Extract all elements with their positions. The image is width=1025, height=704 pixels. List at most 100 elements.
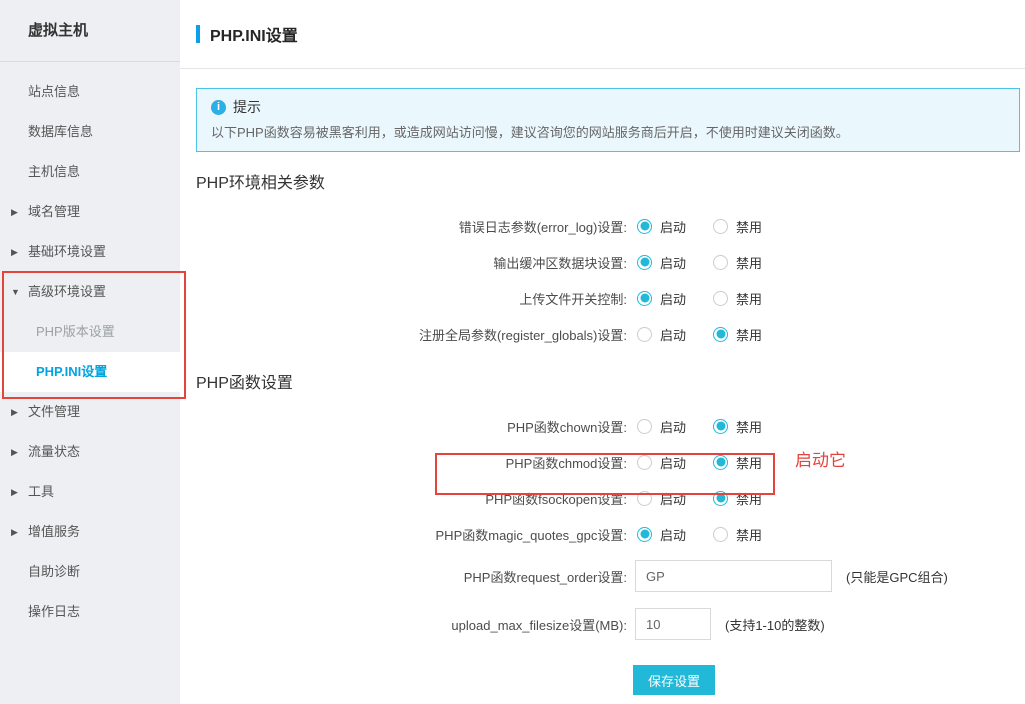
chevron-right-icon: ▶ [11,512,18,552]
alert-body: 以下PHP函数容易被黑客利用，或造成网站访问慢，建议咨询您的网站服务商后开启，不… [211,122,1005,141]
request-order-note: (只能是GPC组合) [846,567,948,586]
upload-max-filesize-input[interactable] [635,608,711,640]
radio-register-globals-enable[interactable] [637,327,652,342]
form-row-error-log: 错误日志参数(error_log)设置:启动禁用 [196,208,1020,244]
tip-alert: i 提示 以下PHP函数容易被黑客利用，或造成网站访问慢，建议咨询您的网站服务商… [196,88,1020,152]
radio-chmod-enable[interactable] [637,455,652,470]
sidebar-title: 虚拟主机 [0,0,180,62]
radio-label-disable: 禁用 [736,217,762,236]
radio-label-disable: 禁用 [736,289,762,308]
radio-label-enable: 启动 [660,417,686,436]
field-label-register-globals: 注册全局参数(register_globals)设置: [196,325,627,344]
radio-magic-quotes-gpc-disable[interactable] [713,527,728,542]
sidebar-item-php-ini-settings[interactable]: PHP.INI设置 [0,352,180,392]
field-label-output-buffering: 输出缓冲区数据块设置: [196,253,627,272]
form-row-register-globals: 注册全局参数(register_globals)设置: 启动禁用 [196,316,1020,352]
sidebar-item-site-info[interactable]: 站点信息 [0,72,180,112]
radio-group-register-globals: 启动禁用 [637,325,789,344]
sidebar-item-label: 流量状态 [28,444,80,459]
sidebar-item-database-info[interactable]: 数据库信息 [0,112,180,152]
field-label-file-uploads: 上传文件开关控制: [196,289,627,308]
radio-label-disable: 禁用 [736,417,762,436]
sidebar-item-operation-logs[interactable]: 操作日志 [0,592,180,632]
alert-title: 提示 [233,97,261,117]
sidebar-item-label: PHP.INI设置 [36,364,107,379]
sidebar-item-host-info[interactable]: 主机信息 [0,152,180,192]
field-label-upload-max-filesize: upload_max_filesize设置(MB): [196,615,627,634]
radio-label-enable: 启动 [660,325,686,344]
radio-register-globals-disable[interactable] [713,327,728,342]
radio-group-fsockopen: 启动禁用 [637,489,789,508]
sidebar-item-label: 增值服务 [28,524,80,539]
sidebar-item-label: 自助诊断 [28,564,80,579]
page-title-bar: PHP.INI设置 [180,0,1025,68]
title-accent-bar [196,25,200,43]
field-label-fsockopen: PHP函数fsockopen设置: [196,489,627,508]
radio-chown-disable[interactable] [713,419,728,434]
radio-label-enable: 启动 [660,453,686,472]
sidebar-item-self-diagnosis[interactable]: 自助诊断 [0,552,180,592]
chevron-right-icon: ▶ [11,472,18,512]
radio-output-buffering-enable[interactable] [637,255,652,270]
radio-label-enable: 启动 [660,489,686,508]
sidebar-item-label: 基础环境设置 [28,244,106,259]
sidebar-item-tools[interactable]: ▶工具 [0,472,180,512]
request-order-input[interactable] [635,560,832,592]
radio-label-enable: 启动 [660,253,686,272]
sidebar-item-domain-management[interactable]: ▶域名管理 [0,192,180,232]
radio-label-disable: 禁用 [736,453,762,472]
sidebar-item-traffic-status[interactable]: ▶ 流量状态 [0,432,180,472]
radio-file-uploads-enable[interactable] [637,291,652,306]
field-label-magic-quotes-gpc: PHP函数magic_quotes_gpc设置: [196,525,627,544]
info-icon: i [211,100,226,115]
php-func-radio-rows: PHP函数chown设置:启动禁用PHP函数chmod设置:启动禁用PHP函数f… [196,408,1020,552]
php-func-input-rows: PHP函数request_order设置: (只能是GPC组合) upload_ma… [196,560,1020,640]
radio-label-disable: 禁用 [736,525,762,544]
radio-group-chmod: 启动 禁用 [637,453,789,472]
sidebar-item-php-version-settings[interactable]: PHP版本设置 [0,312,180,352]
sidebar-item-label: 站点信息 [28,84,80,99]
radio-error-log-enable[interactable] [637,219,652,234]
form-row-chmod: PHP函数chmod设置:启动禁用 [196,444,1020,480]
field-label-error-log: 错误日志参数(error_log)设置: [196,217,627,236]
form-row-upload-max-filesize: upload_max_filesize设置(MB): (支持1-10的整数) [196,608,1020,640]
radio-error-log-disable[interactable] [713,219,728,234]
radio-fsockopen-disable[interactable] [713,491,728,506]
sidebar-item-label: 主机信息 [28,164,80,179]
radio-label-enable: 启动 [660,289,686,308]
upload-max-filesize-note: (支持1-10的整数) [725,615,825,634]
radio-magic-quotes-gpc-enable[interactable] [637,527,652,542]
php-env-rows: 错误日志参数(error_log)设置:启动禁用输出缓冲区数据块设置:启动禁用上… [196,208,1020,352]
radio-group-chown: 启动 禁用 [637,417,789,436]
field-label-request-order: PHP函数request_order设置: [196,567,627,586]
sidebar-item-label: 域名管理 [28,204,80,219]
sidebar-nav: 站点信息数据库信息主机信息▶域名管理▶基础环境设置▼高级环境设置PHP版本设置P… [0,62,180,632]
form-row-magic-quotes-gpc: PHP函数magic_quotes_gpc设置: 启动 禁用 [196,516,1020,552]
form-row-output-buffering: 输出缓冲区数据块设置: 启动 禁用 [196,244,1020,280]
sidebar-item-value-added-services[interactable]: ▶ 增值服务 [0,512,180,552]
radio-group-file-uploads: 启动 禁用 [637,289,789,308]
radio-file-uploads-disable[interactable] [713,291,728,306]
sidebar-item-label: 高级环境设置 [28,284,106,299]
radio-output-buffering-disable[interactable] [713,255,728,270]
sidebar-item-basic-env-settings[interactable]: ▶基础环境设置 [0,232,180,272]
radio-label-enable: 启动 [660,525,686,544]
sidebar: 虚拟主机 站点信息数据库信息主机信息▶域名管理▶基础环境设置▼高级环境设置PHP… [0,0,180,704]
radio-group-output-buffering: 启动 禁用 [637,253,789,272]
sidebar-item-advanced-env-settings[interactable]: ▼ 高级环境设置 [0,272,180,312]
radio-label-disable: 禁用 [736,253,762,272]
main-content: PHP.INI设置 i 提示 以下PHP函数容易被黑客利用，或造成网站访问慢，建… [180,0,1025,704]
radio-fsockopen-enable[interactable] [637,491,652,506]
page-title: PHP.INI设置 [210,22,298,46]
chevron-right-icon: ▶ [11,392,18,432]
chevron-down-icon: ▼ [11,272,20,312]
radio-chmod-disable[interactable] [713,455,728,470]
sidebar-item-file-management[interactable]: ▶ 文件管理 [0,392,180,432]
form-row-request-order: PHP函数request_order设置: (只能是GPC组合) [196,560,1020,592]
chevron-right-icon: ▶ [11,432,18,472]
sidebar-item-label: 文件管理 [28,404,80,419]
app-window: 虚拟主机 站点信息数据库信息主机信息▶域名管理▶基础环境设置▼高级环境设置PHP… [0,0,1025,704]
save-settings-button[interactable]: 保存设置 [633,665,715,695]
alert-title-row: i 提示 [211,97,1005,117]
radio-chown-enable[interactable] [637,419,652,434]
